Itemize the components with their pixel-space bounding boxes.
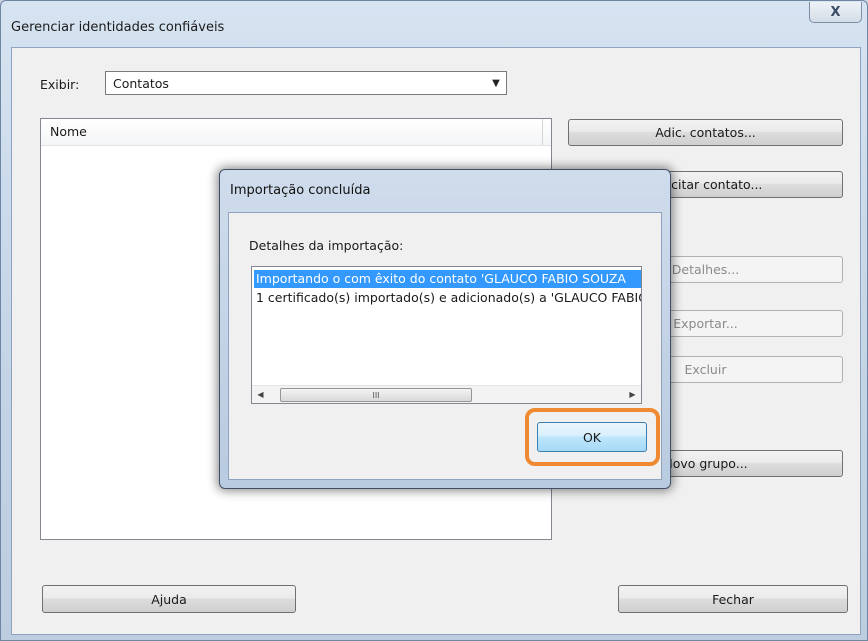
help-button[interactable]: Ajuda [42, 585, 296, 613]
list-item[interactable]: Importando o com êxito do contato 'GLAUC… [254, 270, 641, 288]
scroll-right-icon[interactable]: ▶ [624, 386, 641, 403]
scroll-thumb[interactable]: III [280, 388, 472, 402]
window-title: Gerenciar identidades confiáveis [11, 20, 225, 35]
list-item[interactable]: 1 certificado(s) importado(s) e adiciona… [256, 289, 641, 307]
filter-label: Exibir: [40, 77, 80, 92]
trusted-identities-window: Gerenciar identidades confiáveis X Exibi… [0, 0, 868, 641]
chevron-down-icon[interactable]: ▼ [486, 72, 506, 94]
column-separator [542, 119, 543, 145]
horizontal-scrollbar[interactable]: ◀ III ▶ [252, 385, 641, 403]
close-button[interactable]: Fechar [618, 585, 848, 613]
add-contacts-button[interactable]: Adic. contatos... [568, 119, 843, 146]
list-header[interactable]: Nome [41, 119, 551, 146]
scroll-left-icon[interactable]: ◀ [252, 386, 269, 403]
dialog-client-area: Detalhes da importação: Importando o com… [228, 212, 662, 480]
close-icon[interactable]: X [809, 2, 862, 23]
filter-selected-value: Contatos [113, 76, 169, 91]
import-details-list[interactable]: Importando o com êxito do contato 'GLAUC… [251, 266, 642, 404]
ok-highlight-annotation [525, 408, 660, 466]
dialog-title: Importação concluída [230, 183, 371, 198]
column-header-name[interactable]: Nome [50, 124, 87, 139]
filter-dropdown[interactable]: Contatos ▼ [105, 71, 507, 95]
import-details-label: Detalhes da importação: [249, 238, 404, 253]
import-complete-dialog: Importação concluída Detalhes da importa… [219, 169, 671, 489]
